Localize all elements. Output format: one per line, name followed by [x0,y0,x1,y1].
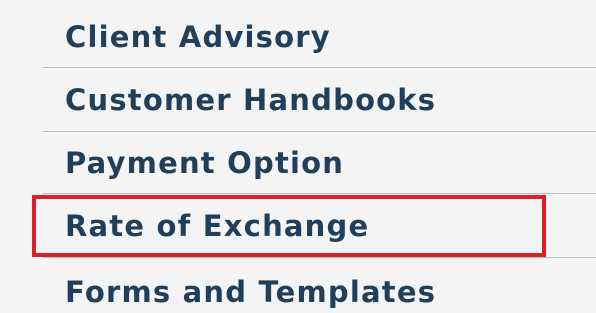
menu-item-forms-and-templates[interactable]: Forms and Templates [43,258,596,313]
menu-item-client-advisory[interactable]: Client Advisory [43,4,596,67]
menu-item-label: Payment Option [65,146,345,180]
menu-item-label: Client Advisory [65,20,331,54]
sidebar-menu: Client Advisory Customer Handbooks Payme… [0,0,596,313]
menu-item-customer-handbooks[interactable]: Customer Handbooks [43,68,596,131]
menu-item-label: Forms and Templates [65,275,437,309]
menu-item-rate-of-exchange[interactable]: Rate of Exchange [43,194,596,257]
menu-item-label: Customer Handbooks [65,83,437,117]
menu-item-payment-option[interactable]: Payment Option [43,132,596,195]
menu-item-label: Rate of Exchange [65,209,370,243]
